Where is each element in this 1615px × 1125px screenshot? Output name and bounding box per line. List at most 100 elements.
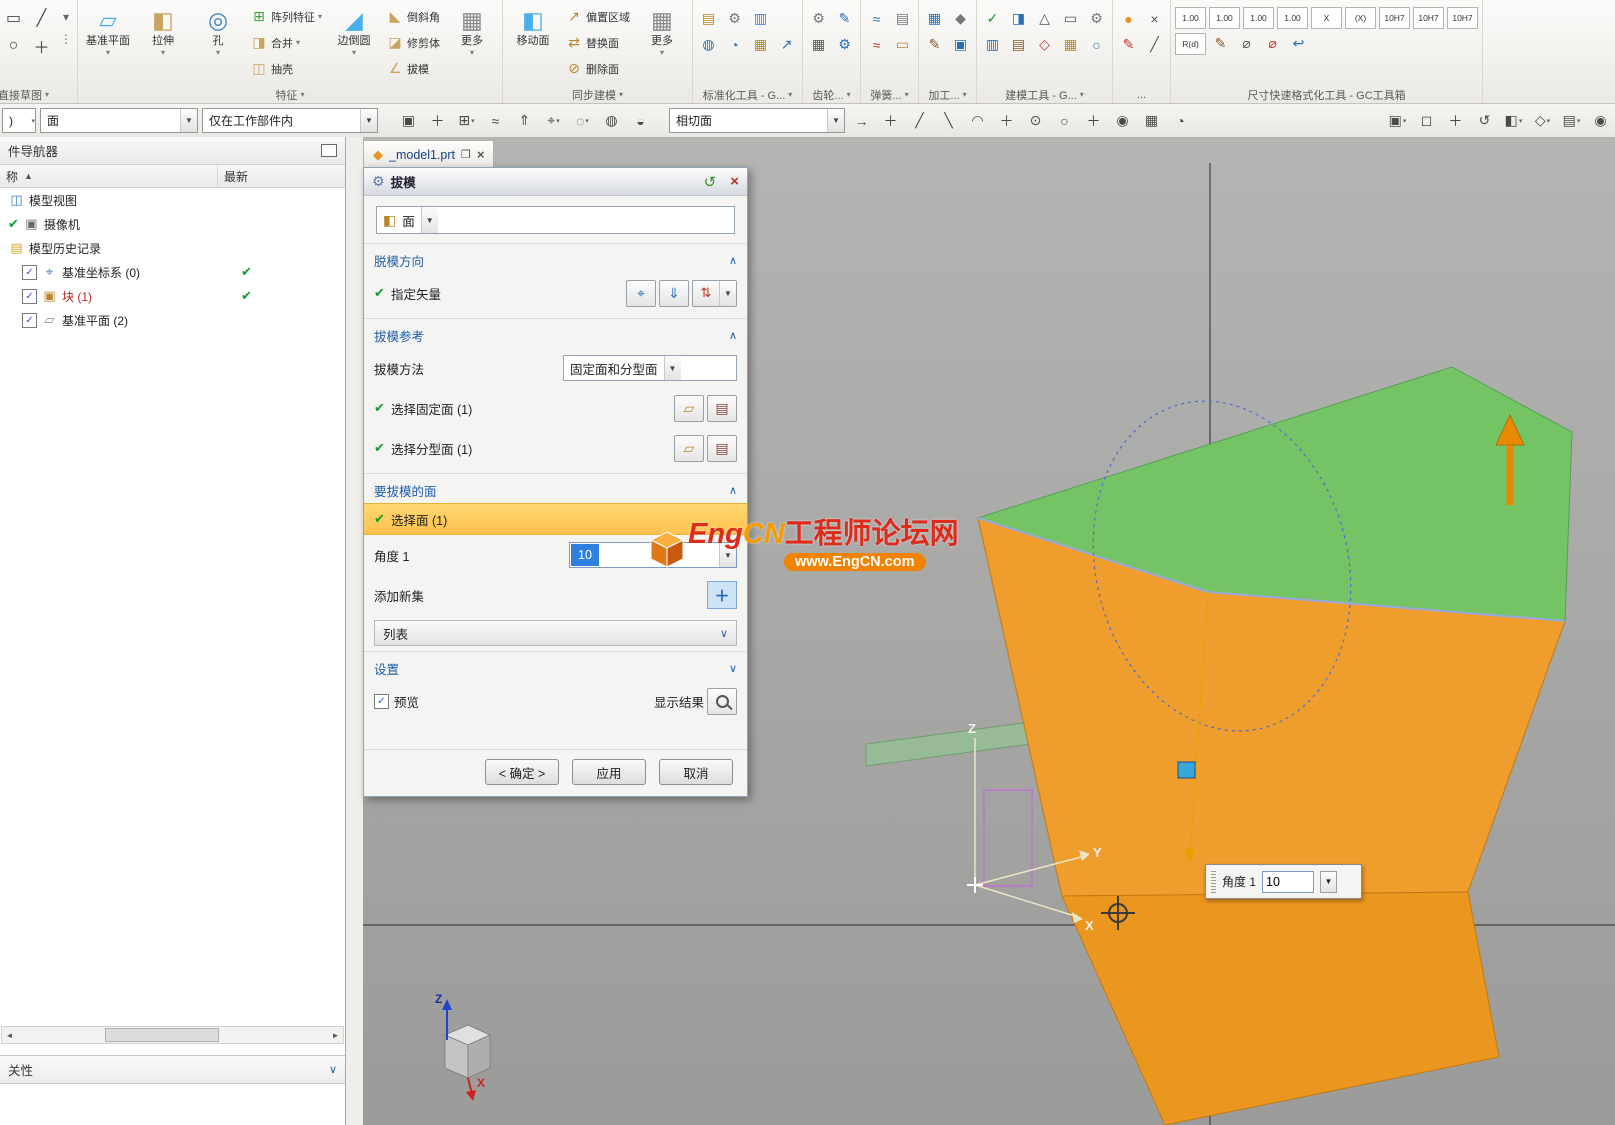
machine-edit-icon[interactable]: ✎ bbox=[923, 33, 946, 56]
ribbon-group-label[interactable]: 加工...▾ bbox=[923, 86, 972, 103]
expand-icon[interactable]: ∨ bbox=[720, 627, 728, 640]
hole-button[interactable]: ◎孔▾ bbox=[192, 2, 244, 85]
gear-edit-icon[interactable]: ✎ bbox=[833, 7, 856, 30]
triangle-icon[interactable]: △ bbox=[1033, 7, 1056, 30]
cancel-button[interactable]: 取消 bbox=[659, 759, 733, 785]
onscreen-angle-input[interactable] bbox=[1262, 871, 1314, 893]
spring-red-icon[interactable]: ≈ bbox=[865, 33, 888, 56]
circle-icon[interactable]: ○ bbox=[1085, 33, 1108, 56]
section-draft-references[interactable]: 拔模参考 ∧ bbox=[364, 318, 747, 348]
model-lower-face[interactable] bbox=[1062, 892, 1499, 1125]
select-curve-icon[interactable]: ≈ bbox=[483, 108, 508, 133]
add-new-set-button[interactable]: ＋ bbox=[707, 581, 737, 609]
tree-row[interactable]: ✔▣摄像机 bbox=[0, 212, 345, 236]
scrollbar-track[interactable] bbox=[17, 1027, 328, 1043]
horizontal-scrollbar[interactable]: ◄ ► bbox=[1, 1026, 344, 1044]
edit-dim-icon[interactable]: ✎ bbox=[1209, 32, 1232, 55]
arrow-icon[interactable]: → bbox=[849, 108, 874, 133]
spring-icon[interactable]: ≈ bbox=[865, 7, 888, 30]
dialog-close-button[interactable]: × bbox=[730, 173, 739, 190]
trim-body-button[interactable]: ◪修剪体 bbox=[383, 30, 443, 55]
chevron-down-icon[interactable]: ▼ bbox=[719, 543, 736, 567]
chart-icon[interactable]: ▥ bbox=[981, 33, 1004, 56]
menu-button[interactable]: )▾ bbox=[2, 108, 36, 133]
type-filter-select[interactable]: 面▼ bbox=[40, 108, 198, 133]
standard-sheet-icon[interactable]: ▤ bbox=[697, 7, 720, 30]
vector-type-select[interactable]: ⇅ ▼ bbox=[692, 280, 737, 307]
tool-icon[interactable]: ◆ bbox=[949, 7, 972, 30]
ball-icon[interactable]: ◔ bbox=[723, 33, 746, 56]
facet-body-icon[interactable]: ◒ bbox=[628, 108, 653, 133]
fit-10h7-2-icon[interactable]: 10H7 bbox=[1413, 7, 1444, 29]
slash-icon[interactable]: ╱ bbox=[1143, 33, 1166, 56]
datum-plane-button[interactable]: ▱基准平面▾ bbox=[82, 2, 134, 85]
book-icon[interactable]: ▤ bbox=[1007, 33, 1030, 56]
linear-dim-3-icon[interactable]: 1.00 bbox=[1243, 7, 1274, 29]
ribbon-group-label[interactable]: 同步建模▾ bbox=[507, 86, 688, 103]
ok-button[interactable]: < 确定 > bbox=[485, 759, 559, 785]
column-latest[interactable]: 最新 bbox=[218, 165, 345, 187]
solid-body-icon[interactable]: ◍ bbox=[599, 108, 624, 133]
delete-face-button[interactable]: ⊘删除面 bbox=[562, 56, 633, 81]
preview-checkbox[interactable]: ✓ bbox=[374, 694, 389, 709]
tab-close-icon[interactable]: × bbox=[477, 147, 485, 162]
parting-face-select-button[interactable]: ▱ bbox=[674, 435, 704, 462]
tangent-face-select[interactable]: 相切面▼ bbox=[669, 108, 845, 133]
dialog-titlebar[interactable]: ⚙ 拔模 ↺ × bbox=[364, 168, 747, 196]
fit-10h7-icon[interactable]: 10H7 bbox=[1379, 7, 1410, 29]
draft-type-select[interactable]: ◧ 面 ▼ bbox=[376, 206, 735, 234]
edge-blend-button[interactable]: ◢边倒圆▾ bbox=[328, 2, 380, 85]
quadrant-snap-icon[interactable]: ◔ bbox=[1168, 108, 1193, 133]
tree-row[interactable]: ✓▣块 (1)✔ bbox=[0, 284, 345, 308]
visibility-checkbox[interactable]: ✓ bbox=[22, 265, 37, 280]
ribbon-group-label[interactable]: 特征▾ bbox=[82, 86, 498, 103]
snap-settings-icon[interactable]: ⊞▾ bbox=[454, 108, 479, 133]
gear-blue-icon[interactable]: ⚙ bbox=[833, 33, 856, 56]
collapse-icon[interactable]: ∧ bbox=[729, 254, 737, 267]
box-blue-icon[interactable]: ◨ bbox=[1007, 7, 1030, 30]
show-result-button[interactable] bbox=[707, 688, 737, 715]
navigator-titlebar[interactable]: 件导航器 bbox=[0, 137, 345, 165]
expand-icon[interactable]: ∨ bbox=[329, 1063, 337, 1076]
collapse-icon[interactable]: ∧ bbox=[729, 329, 737, 342]
fixed-face-collector-button[interactable]: ▤ bbox=[707, 395, 737, 422]
angle-input[interactable]: 10 ▼ bbox=[569, 542, 737, 568]
circle-icon[interactable]: ○ bbox=[2, 34, 25, 57]
shell-button[interactable]: ◫抽壳 bbox=[247, 56, 325, 81]
column-name[interactable]: 称 ▲ bbox=[0, 165, 218, 187]
fixed-face-select-button[interactable]: ▱ bbox=[674, 395, 704, 422]
vector-dialog-button[interactable]: ⌖ bbox=[626, 280, 656, 307]
arc-snap-icon[interactable]: ◠ bbox=[965, 108, 990, 133]
gear2-icon[interactable]: ⚙ bbox=[1085, 7, 1108, 30]
section-settings[interactable]: 设置 ∨ bbox=[364, 651, 747, 681]
line-snap-icon[interactable]: ╱ bbox=[907, 108, 932, 133]
ribbon-group-label[interactable]: 建模工具 - G...▾ bbox=[981, 86, 1108, 103]
section-faces-to-draft[interactable]: 要拔模的面 ∧ bbox=[364, 473, 747, 503]
select-face-row[interactable]: ✔ 选择面 (1) bbox=[364, 503, 747, 535]
fit-window-icon[interactable]: ▣▾ bbox=[1385, 108, 1410, 133]
draft-button[interactable]: ∠拔模 bbox=[383, 56, 443, 81]
list-expander[interactable]: 列表 ∨ bbox=[374, 620, 737, 646]
render-style-icon[interactable]: ◧▾ bbox=[1501, 108, 1526, 133]
chamfer-button[interactable]: ◣倒斜角 bbox=[383, 4, 443, 29]
diamond-icon[interactable]: ◇ bbox=[1033, 33, 1056, 56]
mill-icon[interactable]: ▦ bbox=[923, 7, 946, 30]
spring-doc-icon[interactable]: ▤ bbox=[891, 7, 914, 30]
dim-x-icon[interactable]: X bbox=[1311, 7, 1342, 29]
check-tool-icon[interactable]: ✓ bbox=[981, 7, 1004, 30]
diameter-icon[interactable]: ⌀ bbox=[1235, 32, 1258, 55]
lasso-icon[interactable]: ◌▾ bbox=[570, 108, 595, 133]
snap-point-icon[interactable]: ＋ bbox=[425, 108, 450, 133]
section-draft-direction[interactable]: 脱模方向 ∧ bbox=[364, 243, 747, 273]
tree-row[interactable]: ✓⌖基准坐标系 (0)✔ bbox=[0, 260, 345, 284]
expand-icon[interactable]: ∨ bbox=[729, 662, 737, 675]
undo-format-icon[interactable]: ↩ bbox=[1287, 32, 1310, 55]
gear-calc-icon[interactable]: ▦ bbox=[807, 33, 830, 56]
diameter-red-icon[interactable]: ⌀ bbox=[1261, 32, 1284, 55]
draft-method-select[interactable]: 固定面和分型面 ▼ bbox=[563, 355, 737, 381]
reset-button[interactable]: ↺ bbox=[704, 173, 717, 191]
sort-ascending-icon[interactable]: ▲ bbox=[24, 171, 33, 181]
zoom-icon[interactable]: ◻ bbox=[1414, 108, 1439, 133]
tree-row[interactable]: ◫模型视图 bbox=[0, 188, 345, 212]
intersection-snap-icon[interactable]: ＋ bbox=[994, 108, 1019, 133]
